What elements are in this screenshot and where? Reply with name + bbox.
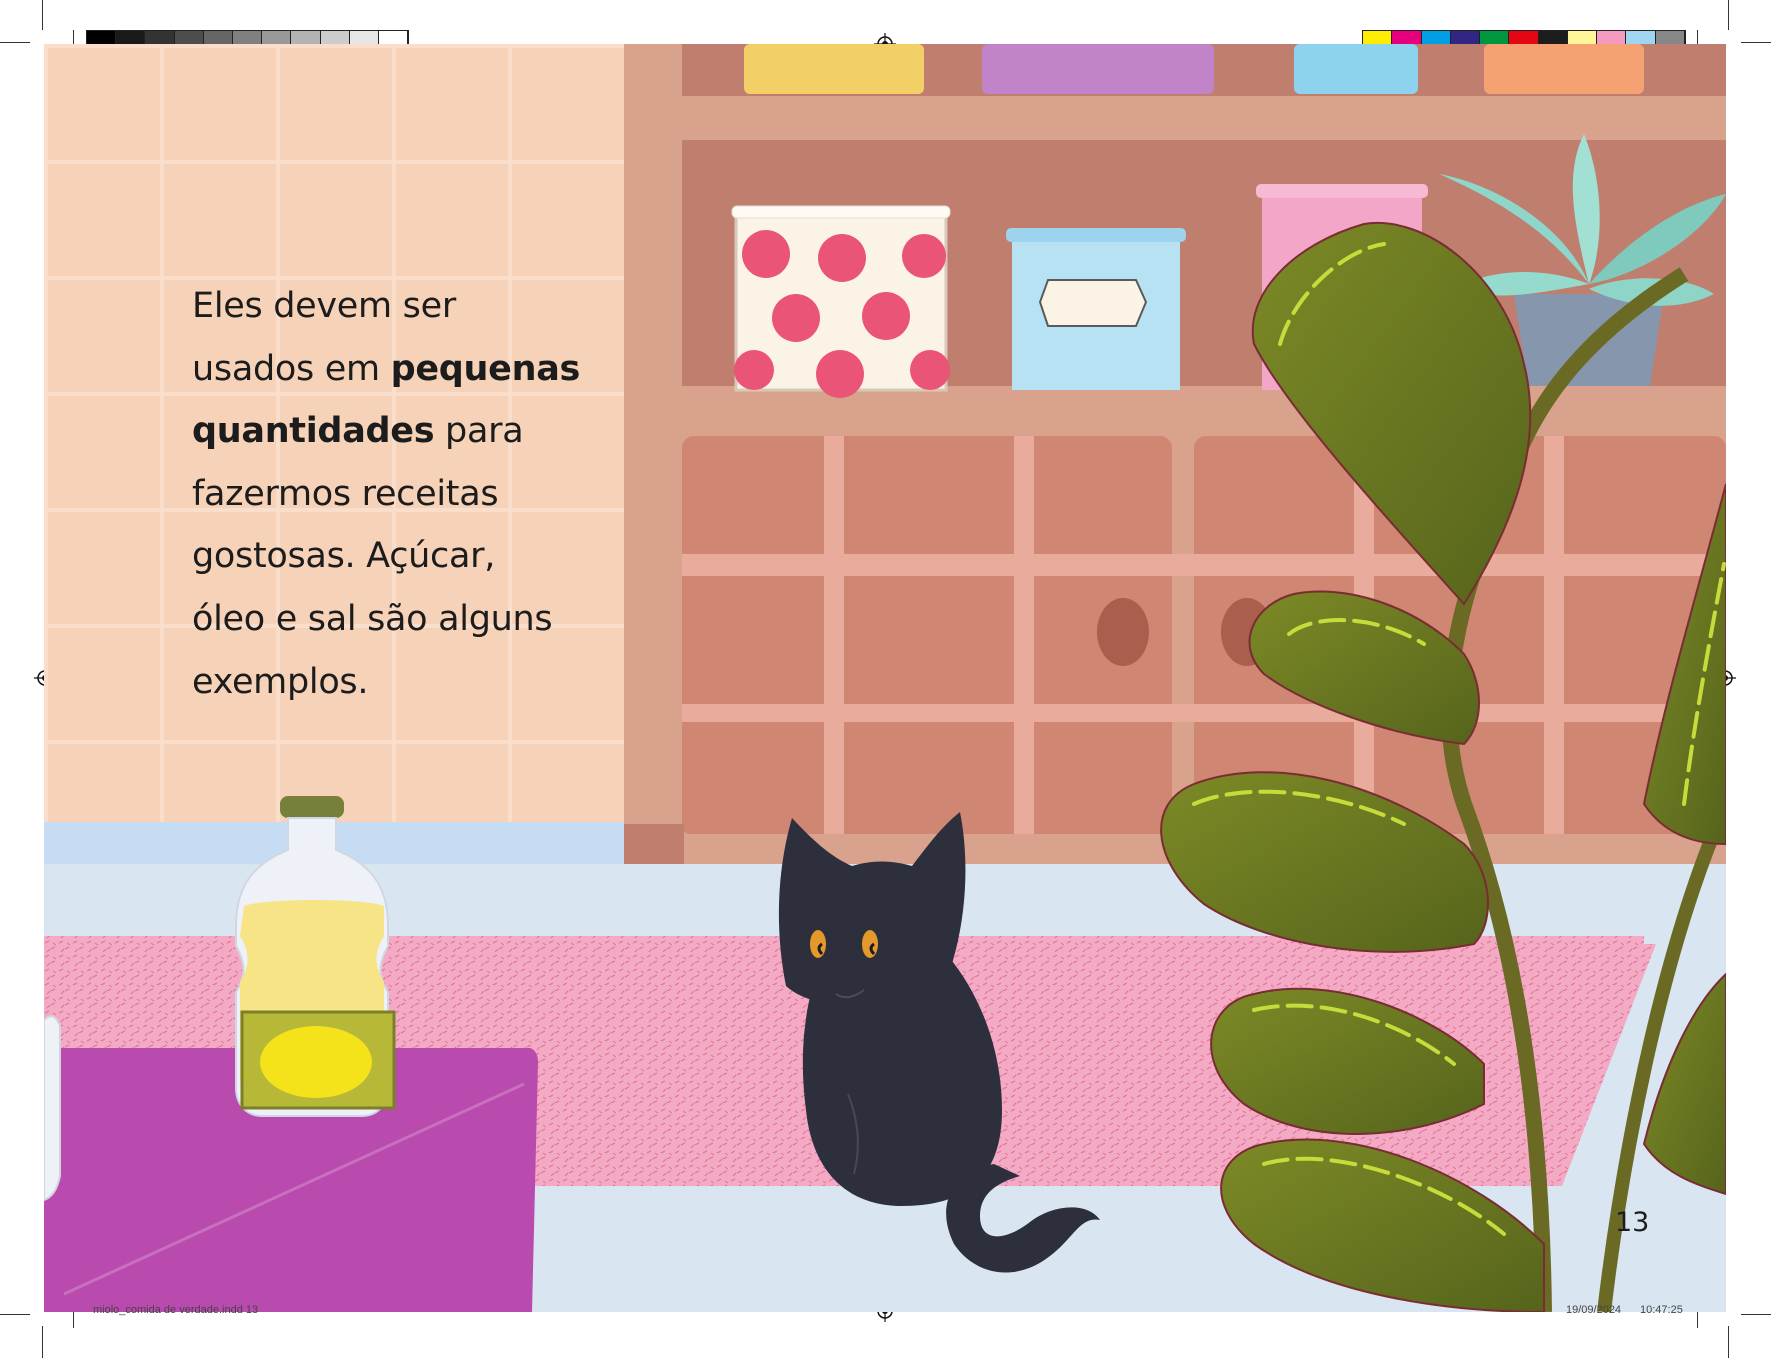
book-page: Eles devem ser usados em pequenas quanti… [44,44,1726,1312]
text-line: usados em pequenas [192,338,622,401]
slug-time: 10:47:25 [1640,1304,1683,1316]
emphasis-quantidades: quantidades [192,411,435,452]
crop-mark [0,1314,30,1315]
emphasis-pequenas: pequenas [390,348,581,389]
text-line: óleo e sal são alguns [192,598,553,639]
glass-jar [44,1015,61,1202]
crop-mark [1741,42,1771,43]
text-line: exemplos. [192,661,369,702]
text-line: Eles devem ser [192,286,456,326]
text-run: usados em [192,348,391,389]
text-line: fazermos receitas [192,473,499,514]
blue-jar [1006,228,1186,390]
text-line: gostosas. Açúcar, [192,536,496,577]
text-run: para [434,411,524,452]
slug-filename: miolo_comida de verdade.indd 13 [93,1304,259,1316]
crop-mark [1741,1314,1771,1315]
crop-mark [42,1326,43,1358]
story-paragraph: Eles devem ser usados em pequenas quanti… [192,275,622,713]
slug-date: 19/09/2024 [1566,1304,1622,1316]
page-number: 13 [1615,1207,1650,1238]
polka-dot-jar [731,205,951,398]
crop-mark [1728,1326,1729,1358]
crop-mark [0,42,30,43]
crop-mark [42,0,43,30]
text-line: quantidades para [192,400,622,463]
crop-mark [1728,0,1729,30]
kitchen-cabinet [624,44,1726,914]
